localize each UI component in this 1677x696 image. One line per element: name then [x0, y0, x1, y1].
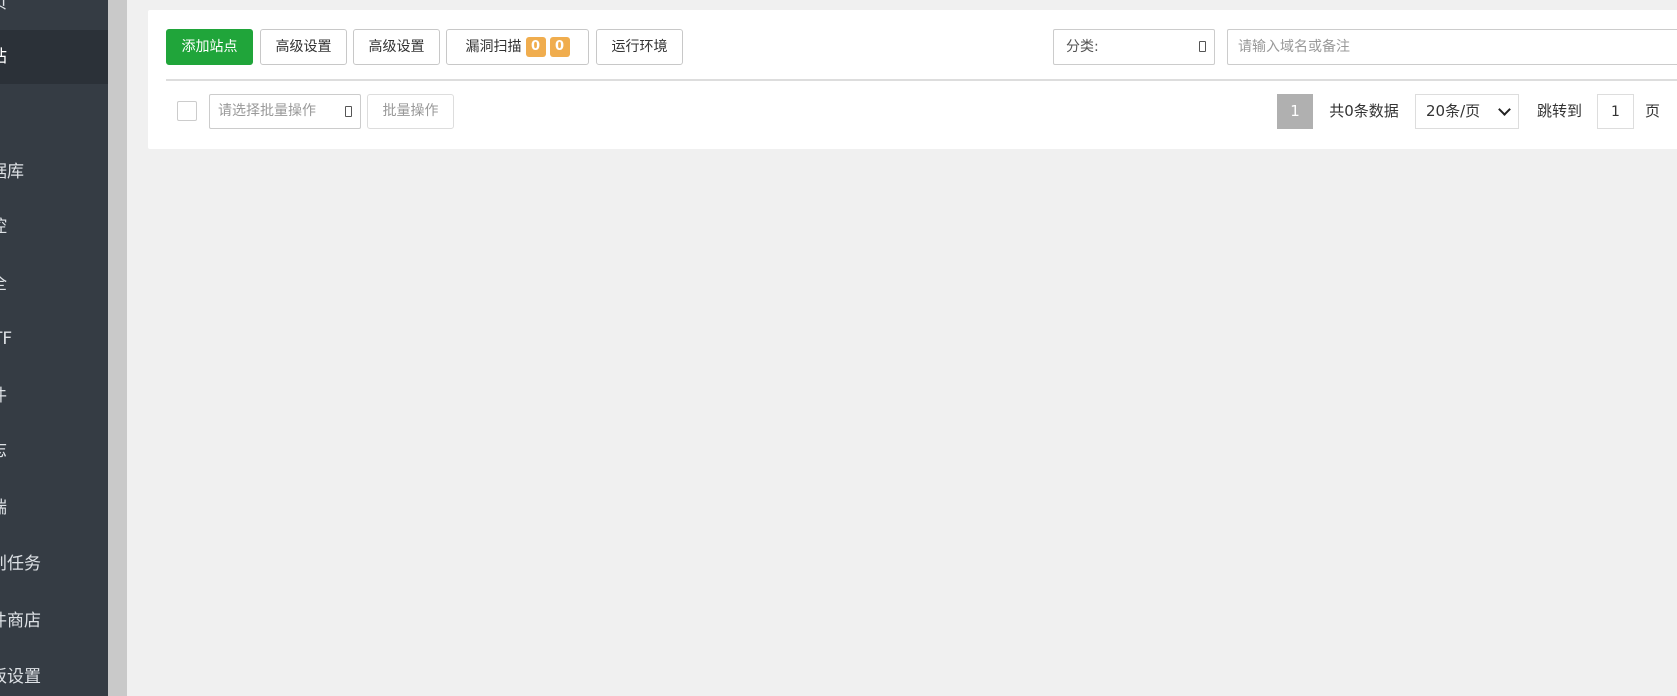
category-select[interactable]: 分类: [1053, 29, 1215, 65]
jump-to-label: 跳转到 [1537, 102, 1583, 120]
dropdown-icon [1199, 41, 1206, 52]
sidebar-item-home[interactable]: 页 [0, 0, 108, 30]
sidebar-item-ftp[interactable]: P [0, 84, 108, 138]
sidebar-item-label: 件商店 [0, 611, 41, 631]
vuln-scan-label: 漏洞扫描 [465, 39, 522, 55]
total-count: 共0条数据 [1329, 102, 1399, 120]
sidebar-item-label: 划任务 [0, 554, 41, 574]
sidebar-item-terminal[interactable]: 端 [0, 481, 108, 535]
sidebar-item-label: 志 [0, 424, 7, 478]
sidebar-item-label: 端 [0, 481, 7, 535]
select-all-checkbox[interactable] [177, 101, 197, 121]
jump-page-input[interactable] [1597, 94, 1634, 129]
add-site-button[interactable]: 添加站点 [166, 29, 253, 65]
advanced-settings-button-2[interactable]: 高级设置 [353, 29, 440, 65]
sidebar-divider [108, 0, 127, 696]
sidebar-item-label: 据库 [0, 162, 24, 182]
sidebar-item-label: 页 [0, 0, 7, 30]
sidebar-item-label: 全 [0, 257, 7, 311]
sidebar-item-database[interactable]: 据库 [0, 145, 108, 199]
site-list-panel: 添加站点 高级设置 高级设置 漏洞扫描00 运行环境 分类: 请选择批量操作 批… [148, 10, 1677, 149]
runtime-environment-button[interactable]: 运行环境 [596, 29, 683, 65]
sidebar-item-label: 件 [0, 369, 7, 423]
sidebar-item-wptf[interactable]: TF [0, 312, 108, 366]
batch-select-placeholder: 请选择批量操作 [218, 103, 316, 119]
sidebar-item-logs[interactable]: 志 [0, 424, 108, 478]
per-page-select[interactable]: 20条/页 [1415, 94, 1519, 129]
category-label: 分类: [1066, 39, 1099, 55]
per-page-value: 20条/页 [1426, 102, 1481, 120]
sidebar-item-cron[interactable]: 划任务 [0, 537, 108, 591]
sidebar: 页 站 P 据库 控 全 TF 件 志 端 划任务 件商店 板设置 [0, 0, 108, 696]
toolbar-divider [166, 79, 1677, 81]
sidebar-item-label: TF [0, 329, 13, 349]
sidebar-item-app-store[interactable]: 件商店 [0, 594, 108, 648]
batch-operation-button[interactable]: 批量操作 [367, 94, 454, 129]
advanced-settings-button[interactable]: 高级设置 [260, 29, 347, 65]
search-input[interactable] [1227, 29, 1677, 65]
dropdown-icon [345, 105, 352, 117]
vuln-count-badge: 0 [525, 37, 546, 57]
vuln-count-badge-2: 0 [549, 37, 570, 57]
sidebar-item-security[interactable]: 全 [0, 257, 108, 311]
sidebar-item-label: 控 [0, 200, 7, 254]
sidebar-item-monitor[interactable]: 控 [0, 200, 108, 254]
chevron-down-icon [1498, 103, 1511, 116]
batch-operation-select[interactable]: 请选择批量操作 [209, 94, 361, 129]
sidebar-item-panel-settings[interactable]: 板设置 [0, 650, 108, 696]
sidebar-item-files[interactable]: 件 [0, 369, 108, 423]
vulnerability-scan-button[interactable]: 漏洞扫描 0 0 [446, 29, 589, 65]
sidebar-item-label: 板设置 [0, 667, 41, 687]
sidebar-item-website[interactable]: 站 [0, 30, 108, 84]
page-unit-label: 页 [1645, 102, 1661, 120]
sidebar-item-label: 站 [0, 30, 7, 84]
current-page-number[interactable]: 1 [1277, 94, 1313, 129]
